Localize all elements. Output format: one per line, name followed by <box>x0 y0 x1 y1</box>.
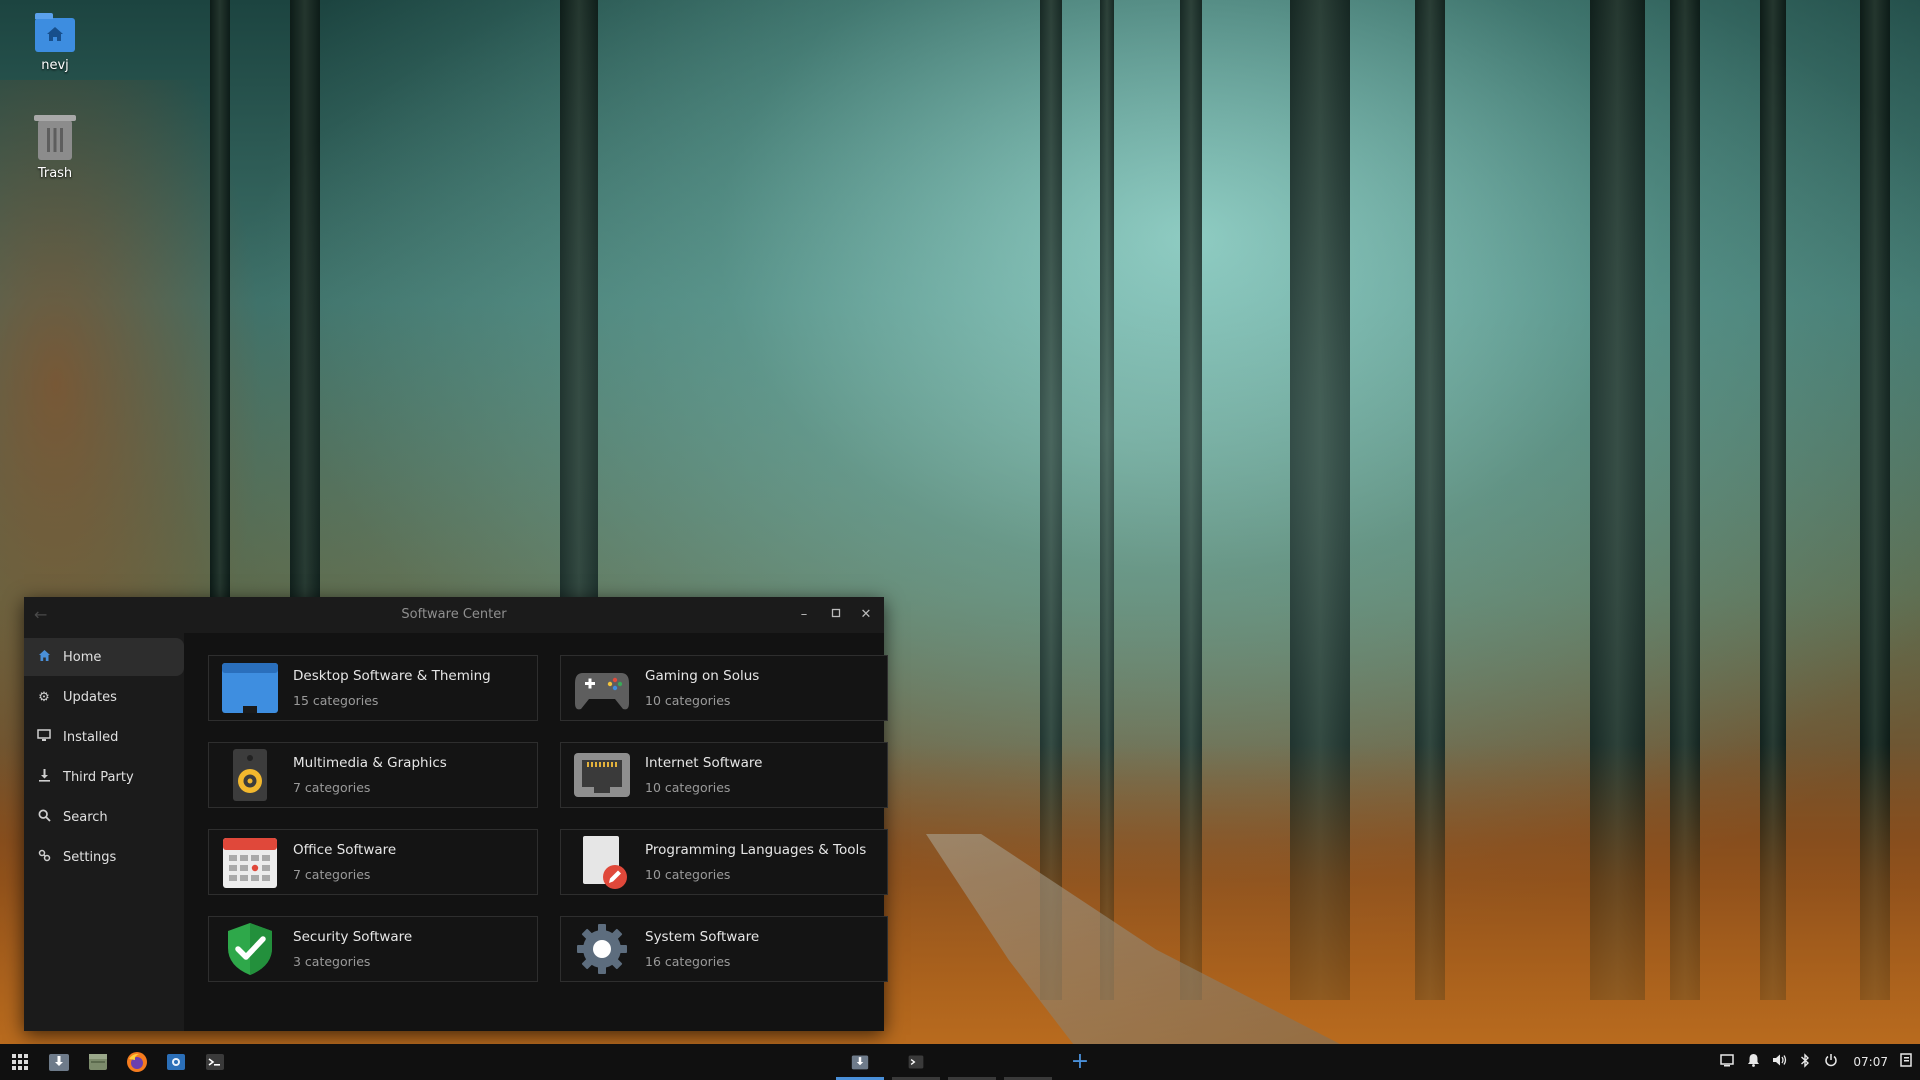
sidebar-item-label: Installed <box>63 729 119 745</box>
sidebar-item-updates[interactable]: ⚙ Updates <box>24 678 184 716</box>
maximize-icon <box>831 608 841 618</box>
category-count: 15 categories <box>293 693 379 708</box>
category-name: Programming Languages & Tools <box>645 842 867 858</box>
software-center-window: ← Software Center – ✕ Home ⚙ Updates Ins… <box>24 597 888 1031</box>
bell-icon[interactable] <box>1745 1053 1761 1071</box>
trash-icon <box>34 115 76 160</box>
sidebar-item-installed[interactable]: Installed <box>24 718 184 756</box>
category-count: 16 categories <box>645 954 731 969</box>
category-name: Gaming on Solus <box>645 668 760 684</box>
new-workspace-button[interactable]: + <box>1056 1044 1104 1080</box>
home-icon <box>36 649 52 666</box>
sidebar-item-label: Settings <box>63 849 117 865</box>
sidebar: Home ⚙ Updates Installed Third Party Sea… <box>24 633 184 1031</box>
volume-icon[interactable] <box>1771 1053 1787 1071</box>
taskbar: + 07:07 <box>0 1044 1920 1080</box>
category-count: 10 categories <box>645 693 731 708</box>
calendar-icon <box>221 835 279 889</box>
category-name: Multimedia & Graphics <box>293 755 447 771</box>
document-edit-icon <box>573 835 631 889</box>
app-grid-button[interactable] <box>6 1048 34 1076</box>
screenshot-launcher[interactable] <box>162 1048 190 1076</box>
files-launcher[interactable] <box>84 1048 112 1076</box>
terminal-icon <box>908 1055 924 1069</box>
software-center-icon <box>49 1054 69 1071</box>
software-center-icon <box>851 1055 869 1070</box>
task-terminal[interactable] <box>888 1044 944 1080</box>
desktop-window-icon <box>221 661 279 715</box>
system-gear-icon <box>573 922 631 976</box>
software-center-launcher[interactable] <box>45 1048 73 1076</box>
desktop-icon-label: Trash <box>37 166 73 181</box>
sidebar-item-home[interactable]: Home <box>24 638 184 676</box>
shield-check-icon <box>221 922 279 976</box>
category-card-system[interactable]: System Software 16 categories <box>560 916 888 982</box>
category-card-gaming[interactable]: Gaming on Solus 10 categories <box>560 655 888 721</box>
desktop-icon-trash[interactable]: Trash <box>10 115 100 181</box>
close-button[interactable]: ✕ <box>856 605 876 625</box>
category-count: 7 categories <box>293 867 371 882</box>
sidebar-item-label: Home <box>63 649 102 665</box>
raven-panel-icon[interactable] <box>1898 1053 1914 1071</box>
desktop-icon-label: nevj <box>41 58 69 73</box>
screen-icon[interactable] <box>1719 1053 1735 1071</box>
download-icon <box>36 768 52 786</box>
task-slot[interactable] <box>944 1044 1000 1080</box>
maximize-button[interactable] <box>826 605 846 625</box>
task-list: + <box>832 1044 1104 1080</box>
category-count: 7 categories <box>293 780 371 795</box>
category-name: Office Software <box>293 842 397 858</box>
system-tray: 07:07 <box>1719 1044 1914 1080</box>
category-card-multimedia[interactable]: Multimedia & Graphics 7 categories <box>208 742 538 808</box>
category-count: 3 categories <box>293 954 371 969</box>
monitor-icon <box>36 728 52 746</box>
desktop-icon-home[interactable]: nevj <box>10 13 100 73</box>
category-card-security[interactable]: Security Software 3 categories <box>208 916 538 982</box>
category-name: System Software <box>645 929 760 945</box>
category-card-office[interactable]: Office Software 7 categories <box>208 829 538 895</box>
sidebar-item-label: Search <box>63 809 108 825</box>
taskbar-launchers <box>6 1048 229 1076</box>
category-name: Security Software <box>293 929 413 945</box>
category-card-internet[interactable]: Internet Software 10 categories <box>560 742 888 808</box>
task-software-center[interactable] <box>832 1044 888 1080</box>
network-port-icon <box>573 748 631 802</box>
category-card-desktop[interactable]: Desktop Software & Theming 15 categories <box>208 655 538 721</box>
screenshot-icon <box>167 1054 185 1070</box>
terminal-launcher[interactable] <box>201 1048 229 1076</box>
sidebar-item-label: Third Party <box>63 769 134 785</box>
sidebar-item-label: Updates <box>63 689 117 705</box>
updates-gear-icon: ⚙ <box>38 689 50 705</box>
speaker-icon <box>221 748 279 802</box>
home-folder-icon <box>35 13 75 52</box>
category-grid: Desktop Software & Theming 15 categories… <box>208 655 888 982</box>
category-card-programming[interactable]: Programming Languages & Tools 10 categor… <box>560 829 888 895</box>
gamepad-icon <box>573 661 631 715</box>
window-title: Software Center <box>401 607 507 622</box>
settings-icon <box>36 849 52 866</box>
category-name: Internet Software <box>645 755 763 771</box>
category-count: 10 categories <box>645 780 731 795</box>
clock[interactable]: 07:07 <box>1853 1055 1888 1069</box>
category-name: Desktop Software & Theming <box>293 668 491 684</box>
task-slot[interactable] <box>1000 1044 1056 1080</box>
sidebar-item-settings[interactable]: Settings <box>24 838 184 876</box>
firefox-icon <box>127 1052 147 1072</box>
category-count: 10 categories <box>645 867 731 882</box>
power-icon[interactable] <box>1823 1053 1839 1071</box>
minimize-button[interactable]: – <box>794 605 814 625</box>
firefox-launcher[interactable] <box>123 1048 151 1076</box>
terminal-icon <box>206 1054 224 1070</box>
window-titlebar[interactable]: ← Software Center – ✕ <box>24 597 884 633</box>
sidebar-item-search[interactable]: Search <box>24 798 184 836</box>
plus-icon: + <box>1070 1049 1090 1074</box>
app-grid-icon <box>12 1054 28 1070</box>
files-icon <box>89 1054 107 1070</box>
bluetooth-icon[interactable] <box>1797 1052 1813 1072</box>
search-icon <box>36 809 52 826</box>
sidebar-item-third-party[interactable]: Third Party <box>24 758 184 796</box>
